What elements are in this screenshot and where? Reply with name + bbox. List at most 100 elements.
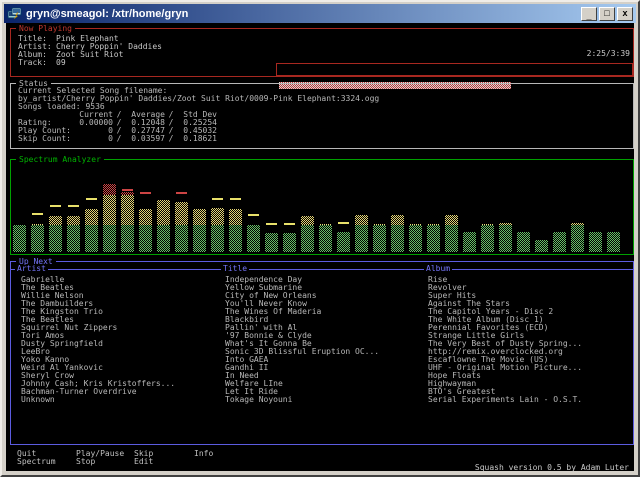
spectrum-bar-segment	[157, 200, 170, 225]
spectrum-bar-segment	[481, 225, 494, 252]
spectrum-bar-segment	[13, 225, 26, 252]
spectrum-bar	[85, 162, 98, 252]
status-panel: Status Current Selected Song filename: b…	[10, 83, 634, 149]
close-icon: x	[622, 9, 627, 18]
peak-marker	[248, 214, 259, 216]
songs-loaded-label: Songs loaded:	[18, 102, 81, 111]
playlist-row[interactable]: The BeatlesYellow SubmarineRevolver	[21, 284, 631, 292]
peak-marker	[32, 213, 43, 215]
spectrum-bar	[301, 162, 314, 252]
playlist-cell-artist: Sheryl Crow	[21, 372, 74, 380]
playlist-cell-album: Highwayman	[428, 380, 476, 388]
spectrum-bar	[31, 162, 44, 252]
playlist-cell-artist: Unknown	[21, 396, 55, 404]
spectrum-bar	[409, 162, 422, 252]
spectrum-bar-segment	[589, 232, 602, 252]
spectrum-bar	[139, 162, 152, 252]
spectrum-bar	[229, 162, 242, 252]
playlist-row[interactable]: Sheryl CrowIn NeedHope Floats	[21, 372, 631, 380]
playlist-cell-album: The White Album (Disc 1)	[428, 316, 544, 324]
terminal-screen[interactable]: Now Playing Title:Pink Elephant Artist:C…	[6, 23, 634, 471]
spectrum-bar-segment	[463, 232, 476, 252]
playlist-cell-album: The Capitol Years - Disc 2	[428, 308, 553, 316]
menu-info[interactable]: Info	[194, 450, 213, 458]
playlist-cell-artist: Squirrel Nut Zippers	[21, 324, 117, 332]
spectrum-bar-segment	[571, 223, 584, 225]
spectrum-bar	[535, 162, 548, 252]
maximize-button[interactable]: □	[599, 7, 615, 21]
playlist-row[interactable]: Weird Al YankovicGandhi IIUHF - Original…	[21, 364, 631, 372]
menu-edit[interactable]: Edit	[134, 458, 153, 466]
playlist-cell-album: Revolver	[428, 284, 467, 292]
spectrum-bar	[517, 162, 530, 252]
playlist-cell-artist: Bachman-Turner Overdrive	[21, 388, 137, 396]
window-title: gryn@smeagol: /xtr/home/gryn	[26, 8, 579, 20]
playlist-row[interactable]: Dusty SpringfieldWhat's It Gonna BeThe V…	[21, 340, 631, 348]
title-bar[interactable]: gryn@smeagol: /xtr/home/gryn _ □ x	[4, 4, 636, 23]
playlist-row[interactable]: The Kingston TrioThe Wines Of MaderiaThe…	[21, 308, 631, 316]
playlist-row[interactable]: The BeatlesBlackbirdThe White Album (Dis…	[21, 316, 631, 324]
spectrum-bar-segment	[157, 225, 170, 252]
spectrum-bar	[193, 162, 206, 252]
spectrum-bar-segment	[445, 225, 458, 252]
spectrum-bar	[445, 162, 458, 252]
peak-marker	[266, 223, 277, 225]
album-value: Zoot Suit Riot	[56, 50, 123, 59]
spectrum-bar-segment	[373, 225, 386, 252]
spectrum-bar-segment	[427, 224, 440, 225]
spectrum-bar	[553, 162, 566, 252]
spectrum-bar	[373, 162, 386, 252]
playlist-cell-album: Perennial Favorites (ECD)	[428, 324, 548, 332]
spectrum-bar	[103, 162, 116, 252]
spectrum-bar-segment	[553, 232, 566, 252]
spectrum-bar-segment	[31, 224, 44, 225]
playlist-row[interactable]: GabrielleIndependence DayRise	[21, 276, 631, 284]
spectrum-bar-segment	[355, 215, 368, 225]
playlist-row[interactable]: Tori Amos'97 Bonnie & ClydeStrange Littl…	[21, 332, 631, 340]
column-header-title: Title	[221, 265, 249, 273]
spectrum-bar-segment	[139, 225, 152, 252]
playlist-cell-album: Strange Little Girls	[428, 332, 524, 340]
playlist-row[interactable]: Yoko KannoInto GAEAEscaflowne The Movie …	[21, 356, 631, 364]
playlist-cell-album: http://remix.overclocked.org	[428, 348, 563, 356]
playlist-row[interactable]: Willie NelsonCity of New OrleansSuper Hi…	[21, 292, 631, 300]
spectrum-bar-segment	[229, 209, 242, 225]
column-header-artist: Artist	[15, 265, 48, 273]
playlist-row[interactable]: Johnny Cash; Kris Kristoffers...Welfare …	[21, 380, 631, 388]
spectrum-bar	[481, 162, 494, 252]
playlist-row[interactable]: Squirrel Nut ZippersPallin' with AlPeren…	[21, 324, 631, 332]
minimize-button[interactable]: _	[581, 7, 597, 21]
spectrum-bar	[427, 162, 440, 252]
playlist-cell-album: BTO's Greatest	[428, 388, 495, 396]
spectrum-bar-segment	[121, 192, 134, 196]
spectrum-bar-segment	[103, 195, 116, 225]
progress-bar[interactable]	[276, 63, 633, 76]
peak-marker	[230, 198, 241, 200]
spectrum-bar-segment	[319, 224, 332, 225]
playlist-cell-artist: Dusty Springfield	[21, 340, 103, 348]
spectrum-bar-segment	[445, 215, 458, 225]
spectrum-bar-segment	[175, 202, 188, 225]
spectrum-bar-segment	[571, 225, 584, 252]
menu-spectrum[interactable]: Spectrum	[17, 458, 56, 466]
spectrum-bar-segment	[31, 225, 44, 252]
now-playing-panel: Now Playing Title:Pink Elephant Artist:C…	[10, 28, 634, 77]
spectrum-bar-segment	[373, 224, 386, 225]
spectrum-bar-segment	[67, 225, 80, 252]
spectrum-bar-segment	[211, 208, 224, 225]
playlist-row[interactable]: UnknownTokage NoyouniSerial Experiments …	[21, 396, 631, 404]
spectrum-bar-segment	[391, 225, 404, 252]
now-playing-track-row: Track:09	[18, 59, 66, 67]
playlist-row[interactable]: Bachman-Turner OverdriveLet It RideBTO's…	[21, 388, 631, 396]
spectrum-bar	[121, 162, 134, 252]
playlist-cell-album: Super Hits	[428, 292, 476, 300]
close-button[interactable]: x	[617, 7, 633, 21]
spectrum-bar-segment	[301, 216, 314, 225]
spectrum-bar	[499, 162, 512, 252]
playlist-row[interactable]: LeeBroSonic 3D Blissful Eruption OC...ht…	[21, 348, 631, 356]
peak-marker	[68, 205, 79, 207]
menu-stop[interactable]: Stop	[76, 458, 95, 466]
spectrum-bar-segment	[49, 216, 62, 225]
spectrum-bar-segment	[301, 225, 314, 252]
playlist-row[interactable]: The DambuildersYou'll Never KnowAgainst …	[21, 300, 631, 308]
